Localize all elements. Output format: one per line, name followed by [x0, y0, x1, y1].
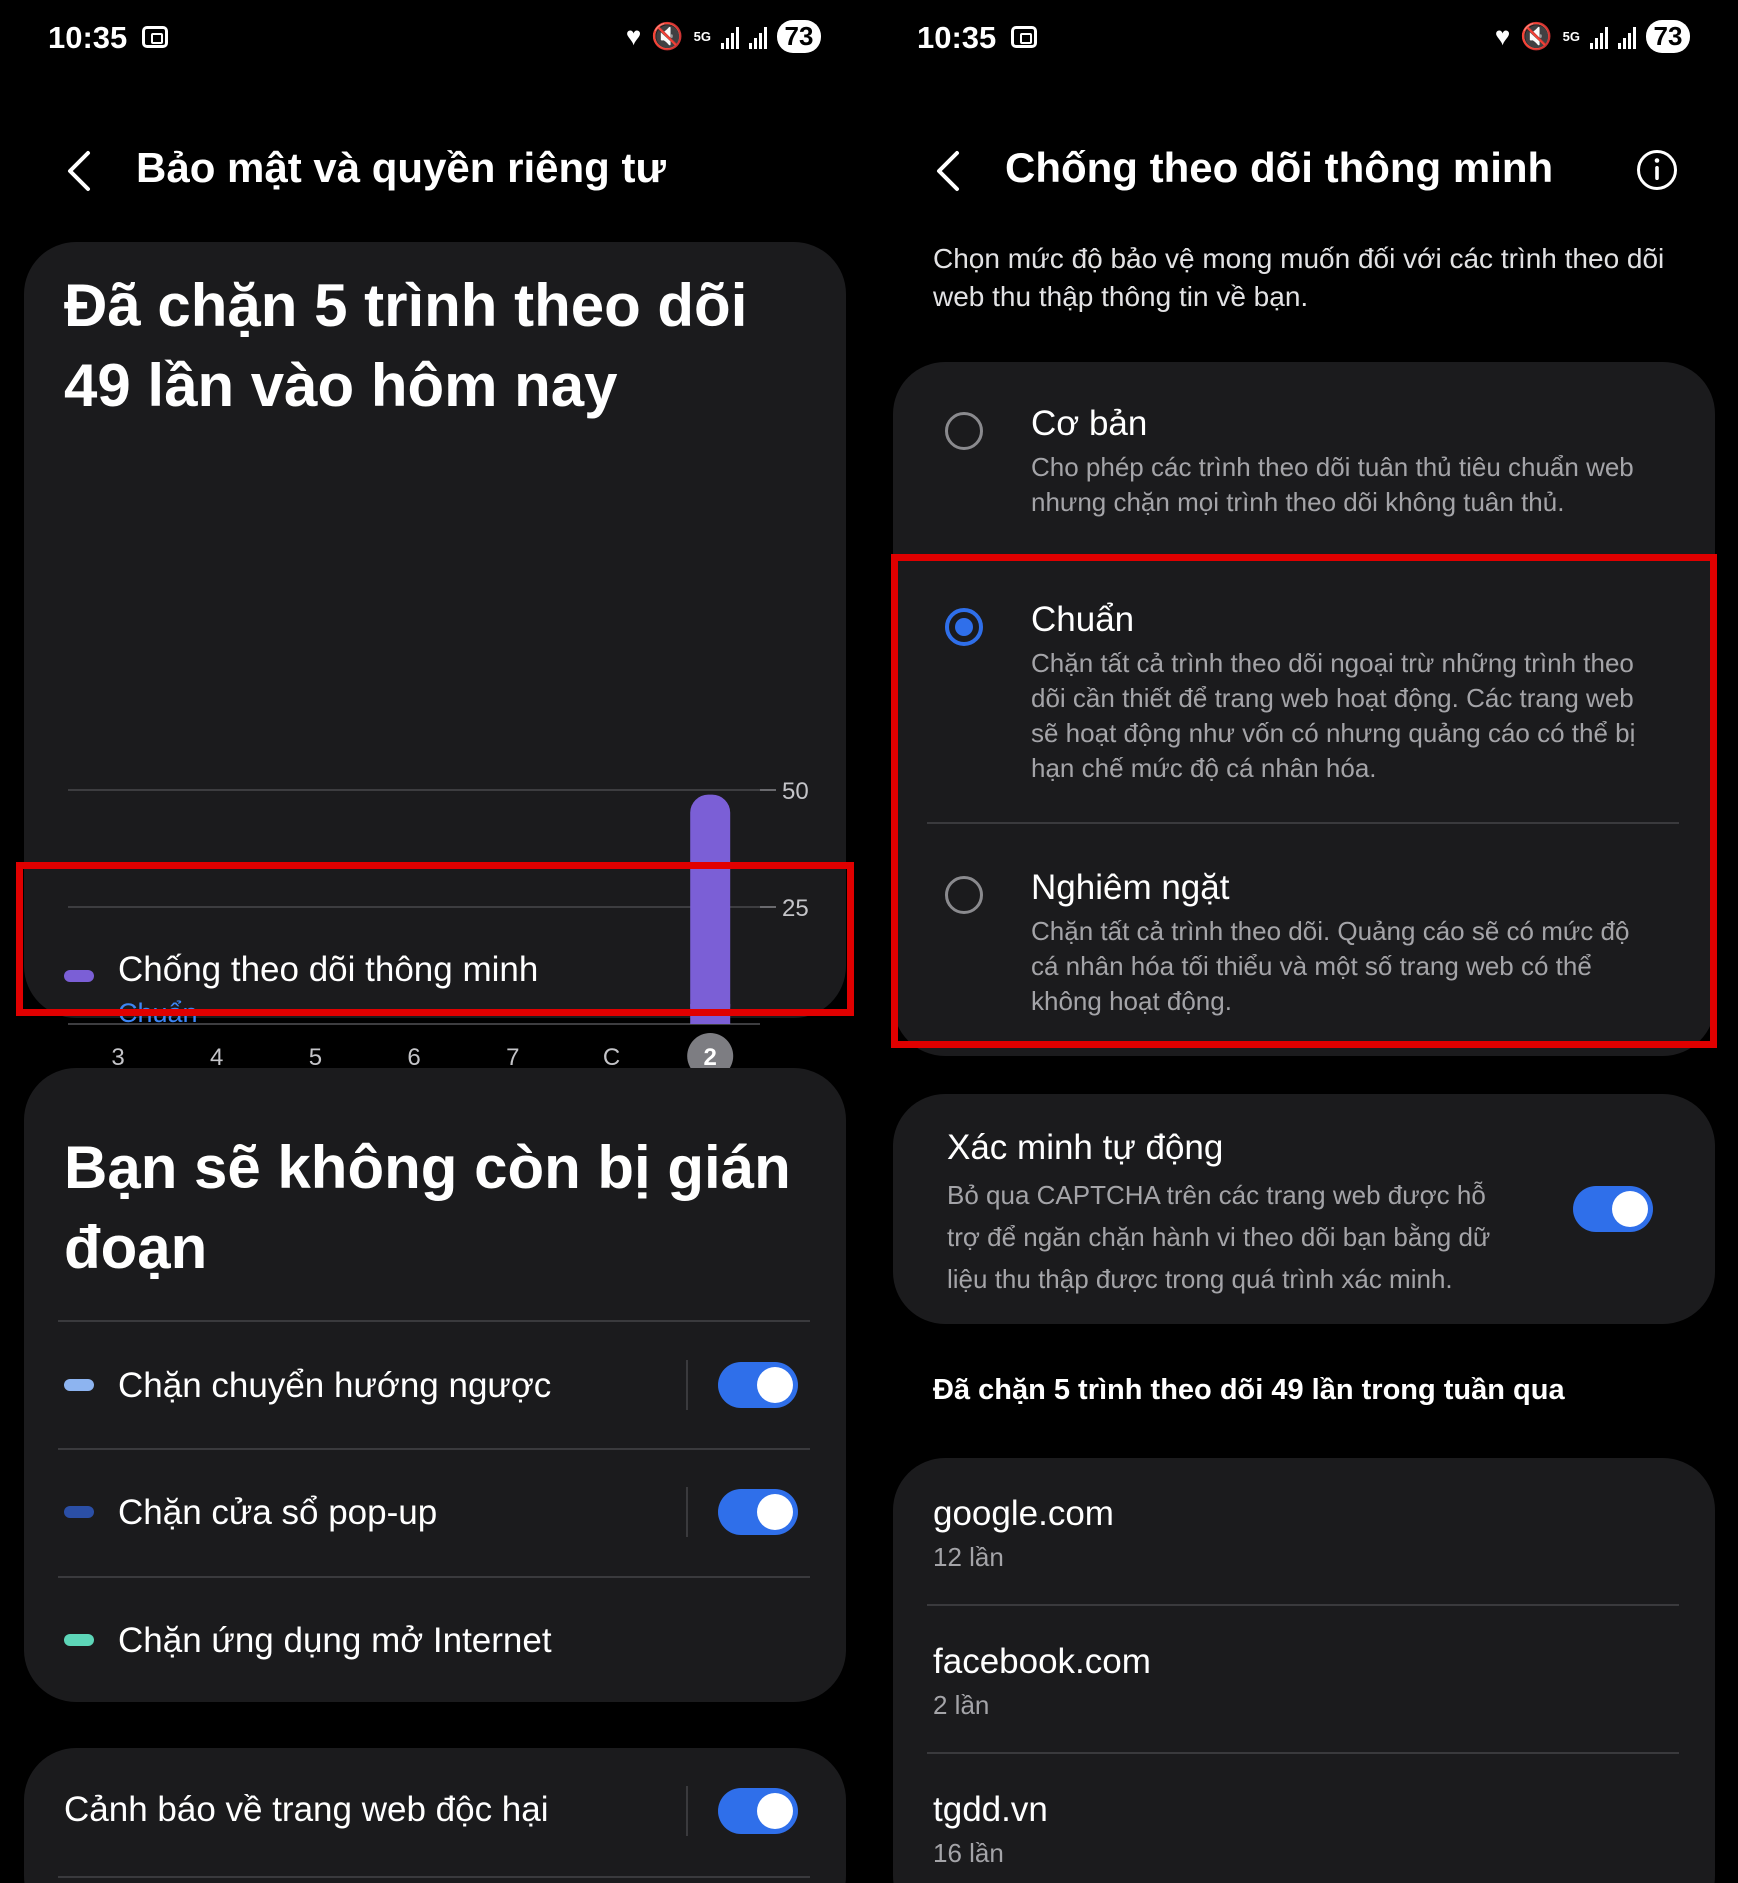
heart-icon: ♥ [625, 21, 642, 51]
network-icon: 5G [693, 28, 711, 44]
chart-xtick-label: 2 [704, 1044, 717, 1071]
interruptions-title: Bạn sẽ không còn bị gián đoạn [64, 1134, 791, 1281]
week-summary-heading: Đã chặn 5 trình theo dõi 49 lần trong tu… [933, 1374, 1565, 1406]
mute-icon: 🔇 [651, 21, 684, 51]
block-back-redirect-label: Chặn chuyển hướng ngược [118, 1366, 552, 1405]
chart-xtick-label: 3 [111, 1044, 124, 1071]
legend-dot [64, 1634, 94, 1646]
info-icon[interactable] [1636, 149, 1678, 191]
app-header: Bảo mật và quyền riêng tư [0, 140, 869, 200]
site-count: 2 lần [933, 1690, 990, 1720]
list-item[interactable]: tgdd.vn 16 lần [893, 1754, 1715, 1883]
malicious-site-warning-toggle[interactable] [718, 1788, 798, 1834]
page-title: Bảo mật và quyền riêng tư [136, 144, 666, 191]
back-arrow-icon[interactable] [931, 150, 965, 192]
left-screen: 10:35 ♥ 🔇 5G 73 Bảo mật và quyền riêng t… [0, 0, 869, 1883]
tracker-summary-title: Đã chặn 5 trình theo dõi 49 lần vào hôm … [64, 272, 748, 419]
auto-verify-desc: Bỏ qua CAPTCHA trên các trang web được h… [947, 1180, 1491, 1294]
signal-icon [721, 25, 739, 49]
separator [686, 1360, 688, 1410]
block-popup-toggle[interactable] [718, 1489, 798, 1535]
battery-indicator: 73 [1646, 20, 1690, 53]
block-popup-label: Chặn cửa sổ pop-up [118, 1493, 438, 1532]
separator [686, 1487, 688, 1537]
signal-icon [749, 25, 767, 49]
auto-verify-title: Xác minh tự động [947, 1128, 1224, 1167]
interruptions-card: Bạn sẽ không còn bị gián đoạn Chặn chuyể… [24, 1068, 846, 1702]
status-icons: ♥ 🔇 5G 73 [1495, 20, 1690, 53]
site-domain: facebook.com [933, 1642, 1151, 1681]
option-basic[interactable]: Cơ bản Cho phép các trình theo dõi tuân … [893, 362, 1715, 552]
site-domain: google.com [933, 1494, 1114, 1533]
mute-icon: 🔇 [1520, 21, 1553, 51]
legend-dot [64, 1379, 94, 1391]
status-time: 10:35 [48, 20, 128, 55]
list-item[interactable]: google.com 12 lần [893, 1458, 1715, 1604]
malicious-site-warning-label: Cảnh báo về trang web độc hại [64, 1790, 549, 1829]
status-time: 10:35 [917, 20, 997, 55]
chart-xtick-label: 5 [309, 1044, 322, 1071]
block-app-open-internet-label: Chặn ứng dụng mở Internet [118, 1621, 552, 1660]
app-header: Chống theo dõi thông minh [869, 140, 1738, 200]
site-domain: tgdd.vn [933, 1790, 1048, 1829]
chart-xtick-label: 7 [506, 1044, 519, 1071]
separator [686, 1786, 688, 1836]
network-icon: 5G [1562, 28, 1580, 44]
signal-icon [1590, 25, 1608, 49]
status-bar: 10:35 ♥ 🔇 5G 73 [0, 18, 869, 60]
screenshot-icon [142, 26, 168, 48]
status-icons: ♥ 🔇 5G 73 [626, 20, 821, 53]
back-arrow-icon[interactable] [62, 150, 96, 192]
chart-xtick-label: C [603, 1044, 620, 1071]
site-count: 12 lần [933, 1542, 1004, 1572]
status-bar: 10:35 ♥ 🔇 5G 73 [869, 18, 1738, 60]
list-item[interactable]: facebook.com 2 lần [893, 1606, 1715, 1752]
page-description: Chọn mức độ bảo vệ mong muốn đối với các… [933, 243, 1665, 312]
block-app-open-internet-row[interactable]: Chặn ứng dụng mở Internet [24, 1578, 846, 1702]
chart-xtick-label: 6 [407, 1044, 420, 1071]
highlight-box [891, 554, 1717, 1048]
option-basic-radio[interactable] [945, 412, 983, 450]
legend-dot [64, 1506, 94, 1518]
chart-ytick-label: 50 [782, 778, 809, 805]
option-basic-desc: Cho phép các trình theo dõi tuân thủ tiê… [1031, 452, 1634, 517]
block-popup-row[interactable]: Chặn cửa sổ pop-up [24, 1450, 846, 1576]
signal-icon [1618, 25, 1636, 49]
battery-indicator: 73 [777, 20, 821, 53]
block-back-redirect-toggle[interactable] [718, 1362, 798, 1408]
screenshot-icon [1011, 26, 1037, 48]
tracker-sites-card: google.com 12 lần facebook.com 2 lần tgd… [893, 1458, 1715, 1883]
chart-xtick-label: 4 [210, 1044, 223, 1071]
divider [58, 1876, 810, 1878]
malicious-site-warning-card[interactable]: Cảnh báo về trang web độc hại [24, 1748, 846, 1883]
highlight-box [16, 862, 854, 1016]
heart-icon: ♥ [1494, 21, 1511, 51]
block-back-redirect-row[interactable]: Chặn chuyển hướng ngược [24, 1322, 846, 1448]
right-screen: 10:35 ♥ 🔇 5G 73 Chống theo dõi thông min… [869, 0, 1738, 1883]
option-basic-title: Cơ bản [1031, 404, 1148, 443]
site-count: 16 lần [933, 1838, 1004, 1868]
auto-verify-card[interactable]: Xác minh tự động Bỏ qua CAPTCHA trên các… [893, 1094, 1715, 1324]
auto-verify-toggle[interactable] [1573, 1186, 1653, 1232]
page-title: Chống theo dõi thông minh [1005, 144, 1554, 191]
